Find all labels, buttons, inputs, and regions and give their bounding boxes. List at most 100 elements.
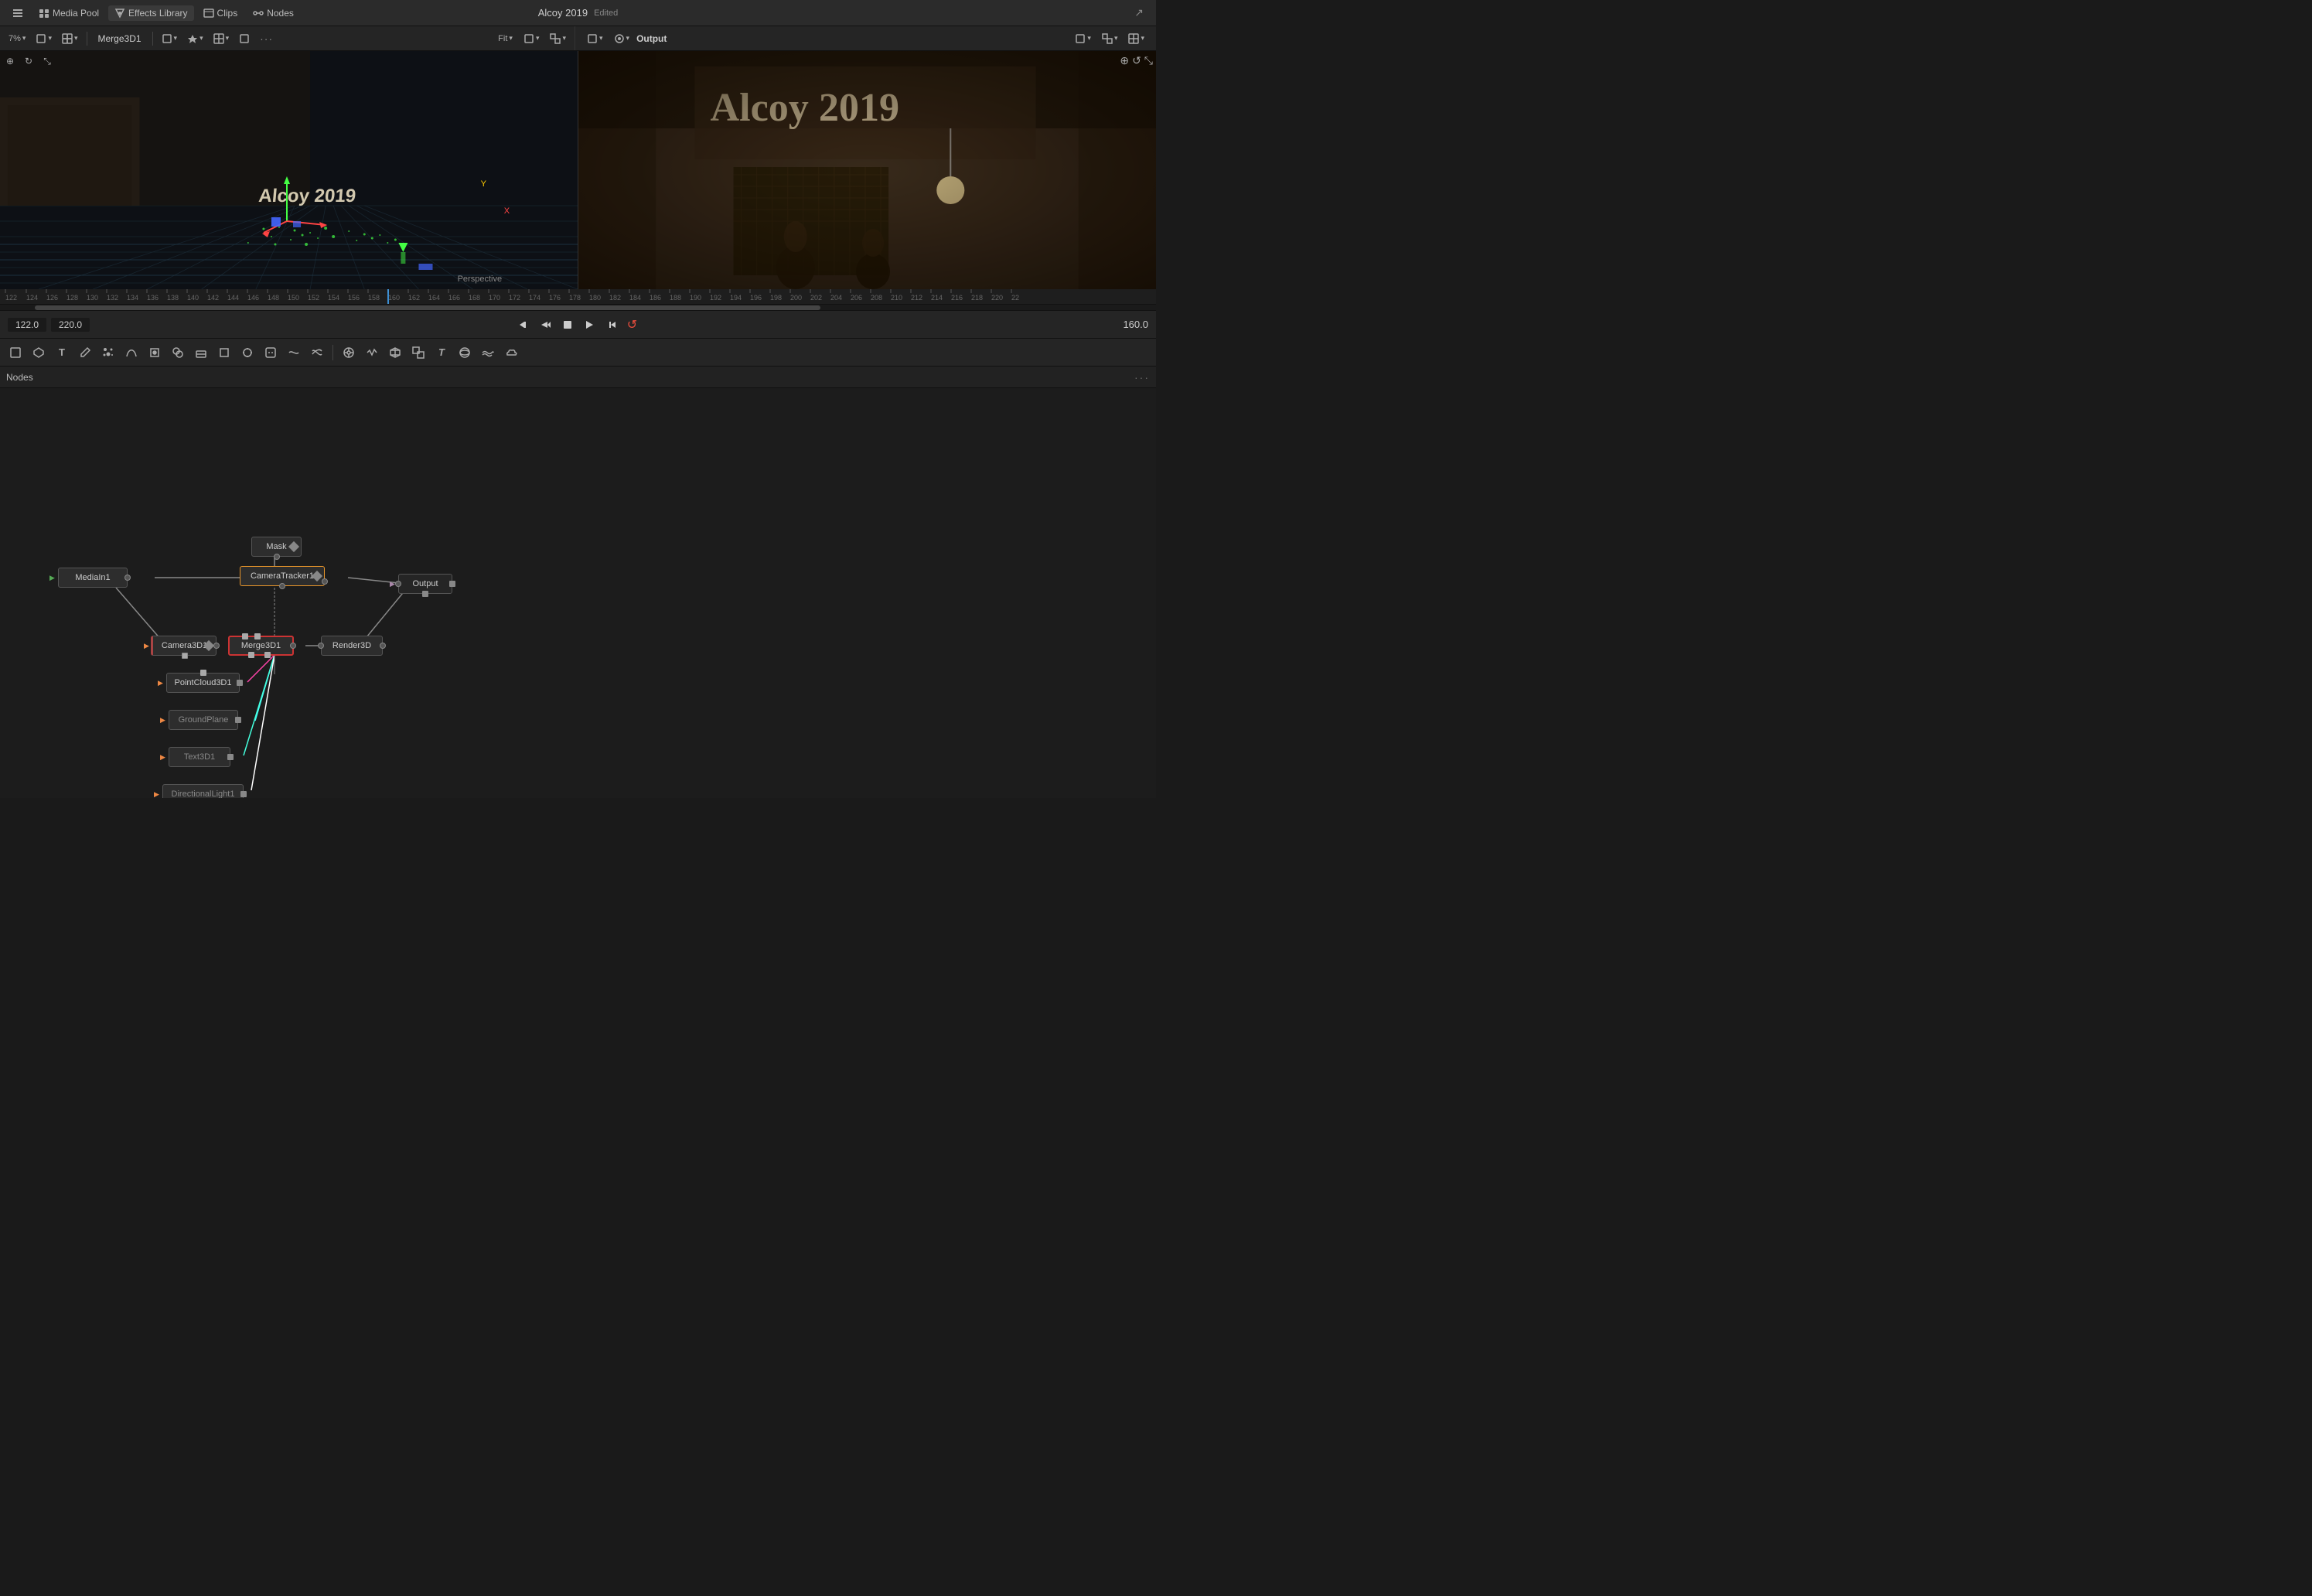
svg-text:148: 148 — [268, 294, 279, 302]
tool-select[interactable] — [5, 343, 26, 363]
right-view1[interactable]: ▾ — [1071, 32, 1095, 46]
loop-btn[interactable]: ↺ — [623, 315, 642, 334]
node-pointcloud3d1[interactable]: ▶ PointCloud3D1 — [166, 673, 240, 693]
tool-3d-obj[interactable] — [384, 343, 406, 363]
left-viewer-orbit-btn[interactable]: ↻ — [22, 54, 36, 68]
svg-text:208: 208 — [871, 294, 882, 302]
node-cameratracker1[interactable]: CameraTracker1 — [240, 566, 325, 586]
viewer-tools-right: Fit ▾ ▾ ▾ — [494, 32, 570, 46]
svg-text:Perspective: Perspective — [458, 275, 503, 284]
3d-grid-svg: Alcoy 2019 — [0, 51, 578, 289]
view-icon-btn2[interactable]: ▾ — [546, 32, 570, 46]
node-camera3d1[interactable]: ▶ Camera3D1 — [151, 636, 217, 656]
right-viewer: Alcoy 2019 — [578, 51, 1156, 289]
play-btn[interactable] — [580, 315, 598, 334]
left-viewer-expand-btn[interactable]: ⤡ — [40, 54, 54, 68]
svg-text:194: 194 — [730, 294, 742, 302]
svg-text:132: 132 — [107, 294, 118, 302]
right-icon2[interactable]: ▾ — [610, 32, 634, 46]
tool-text3d[interactable]: T — [431, 343, 452, 363]
workspace-menu-btn[interactable] — [6, 5, 29, 21]
node-output[interactable]: ▶ Output — [398, 574, 452, 594]
view-mode2-btn[interactable]: ▾ — [58, 32, 82, 46]
expand-icon[interactable]: ↗ — [1128, 4, 1150, 22]
svg-text:178: 178 — [569, 294, 581, 302]
icon-btn-2[interactable]: ▾ — [183, 32, 207, 46]
stop-btn[interactable] — [558, 315, 577, 334]
clips-btn[interactable]: Clips — [197, 5, 244, 21]
svg-text:122: 122 — [5, 294, 17, 302]
tool-paint[interactable] — [144, 343, 165, 363]
tool-text[interactable]: T — [51, 343, 73, 363]
scrollbar-thumb[interactable] — [35, 305, 821, 310]
svg-text:158: 158 — [368, 294, 380, 302]
nodes-menu-btn[interactable]: Nodes — [247, 5, 300, 21]
icon-btn-3[interactable]: ▾ — [210, 32, 234, 46]
tool-particle[interactable] — [97, 343, 119, 363]
tool-crop[interactable] — [213, 343, 235, 363]
tool-transform[interactable] — [237, 343, 258, 363]
zoom-dropdown-icon: ▾ — [22, 34, 26, 43]
effects-library-btn[interactable]: Effects Library — [108, 5, 193, 21]
view-icon-btn[interactable]: ▾ — [520, 32, 544, 46]
node-merge3d1-label: Merge3D1 — [241, 641, 281, 650]
fit-btn[interactable]: Fit ▾ — [494, 32, 517, 45]
svg-text:174: 174 — [529, 294, 540, 302]
node-mask[interactable]: Mask — [251, 537, 302, 557]
tool-warp2[interactable] — [306, 343, 328, 363]
left-viewer-reset-btn[interactable]: ⊕ — [3, 54, 17, 68]
go-end-btn[interactable] — [602, 315, 620, 334]
tool-stabilize[interactable] — [361, 343, 383, 363]
svg-text:128: 128 — [66, 294, 78, 302]
tool-pencil[interactable] — [74, 343, 96, 363]
tool-spline[interactable] — [121, 343, 142, 363]
svg-text:212: 212 — [911, 294, 922, 302]
clips-label: Clips — [217, 8, 238, 19]
node-cameratracker1-label: CameraTracker1 — [251, 571, 314, 581]
tool-mask[interactable] — [260, 343, 281, 363]
node-groundplane[interactable]: ▶ GroundPlane — [169, 710, 238, 730]
tool-tracker[interactable] — [338, 343, 360, 363]
tool-clone[interactable] — [167, 343, 189, 363]
tool-sphere[interactable] — [454, 343, 476, 363]
icon-btn-4[interactable] — [235, 32, 254, 46]
tool-eraser[interactable] — [190, 343, 212, 363]
zoom-value: 7% — [9, 34, 21, 43]
tool-poly[interactable] — [28, 343, 49, 363]
tool-cloud[interactable] — [500, 343, 522, 363]
right-icon1[interactable]: ▾ — [583, 32, 607, 46]
icon-btn-1[interactable]: ▾ — [158, 32, 182, 46]
toolbar-divider-2 — [152, 32, 153, 46]
node-text3d1[interactable]: ▶ Text3D1 — [169, 747, 230, 767]
svg-text:206: 206 — [851, 294, 862, 302]
right-view3[interactable]: ▾ — [1124, 32, 1148, 46]
media-pool-btn[interactable]: Media Pool — [32, 5, 105, 21]
svg-text:X: X — [504, 206, 510, 216]
more-btn[interactable]: ··· — [256, 31, 277, 46]
step-back-btn[interactable] — [537, 315, 555, 334]
svg-text:198: 198 — [770, 294, 782, 302]
view-mode-btn[interactable]: ▾ — [32, 32, 56, 46]
tool-fog[interactable] — [477, 343, 499, 363]
node-mask-label: Mask — [266, 542, 286, 551]
zoom-display[interactable]: 7% ▾ — [5, 32, 29, 45]
node-merge3d1[interactable]: Merge3D1 — [228, 636, 294, 656]
svg-text:156: 156 — [348, 294, 360, 302]
svg-text:190: 190 — [690, 294, 701, 302]
tool-warp[interactable] — [283, 343, 305, 363]
node-mediain1[interactable]: ▶ MediaIn1 — [58, 568, 128, 588]
effects-library-label: Effects Library — [128, 8, 187, 19]
node-directionallight1[interactable]: ▶ DirectionalLight1 — [162, 784, 244, 798]
go-start-btn[interactable] — [515, 315, 534, 334]
tool-composite[interactable] — [407, 343, 429, 363]
nodes-section: Nodes ··· — [0, 367, 1156, 798]
svg-text:176: 176 — [549, 294, 561, 302]
right-viewer-reset[interactable]: ↺ — [1132, 54, 1141, 67]
right-viewer-crosshair[interactable]: ⊕ — [1120, 54, 1129, 67]
svg-text:162: 162 — [408, 294, 420, 302]
right-viewer-expand[interactable]: ⤡ — [1144, 54, 1153, 67]
nodes-more-btn[interactable]: ··· — [1134, 371, 1150, 384]
svg-text:172: 172 — [509, 294, 520, 302]
right-view2[interactable]: ▾ — [1098, 32, 1122, 46]
node-render3d[interactable]: Render3D — [321, 636, 383, 656]
